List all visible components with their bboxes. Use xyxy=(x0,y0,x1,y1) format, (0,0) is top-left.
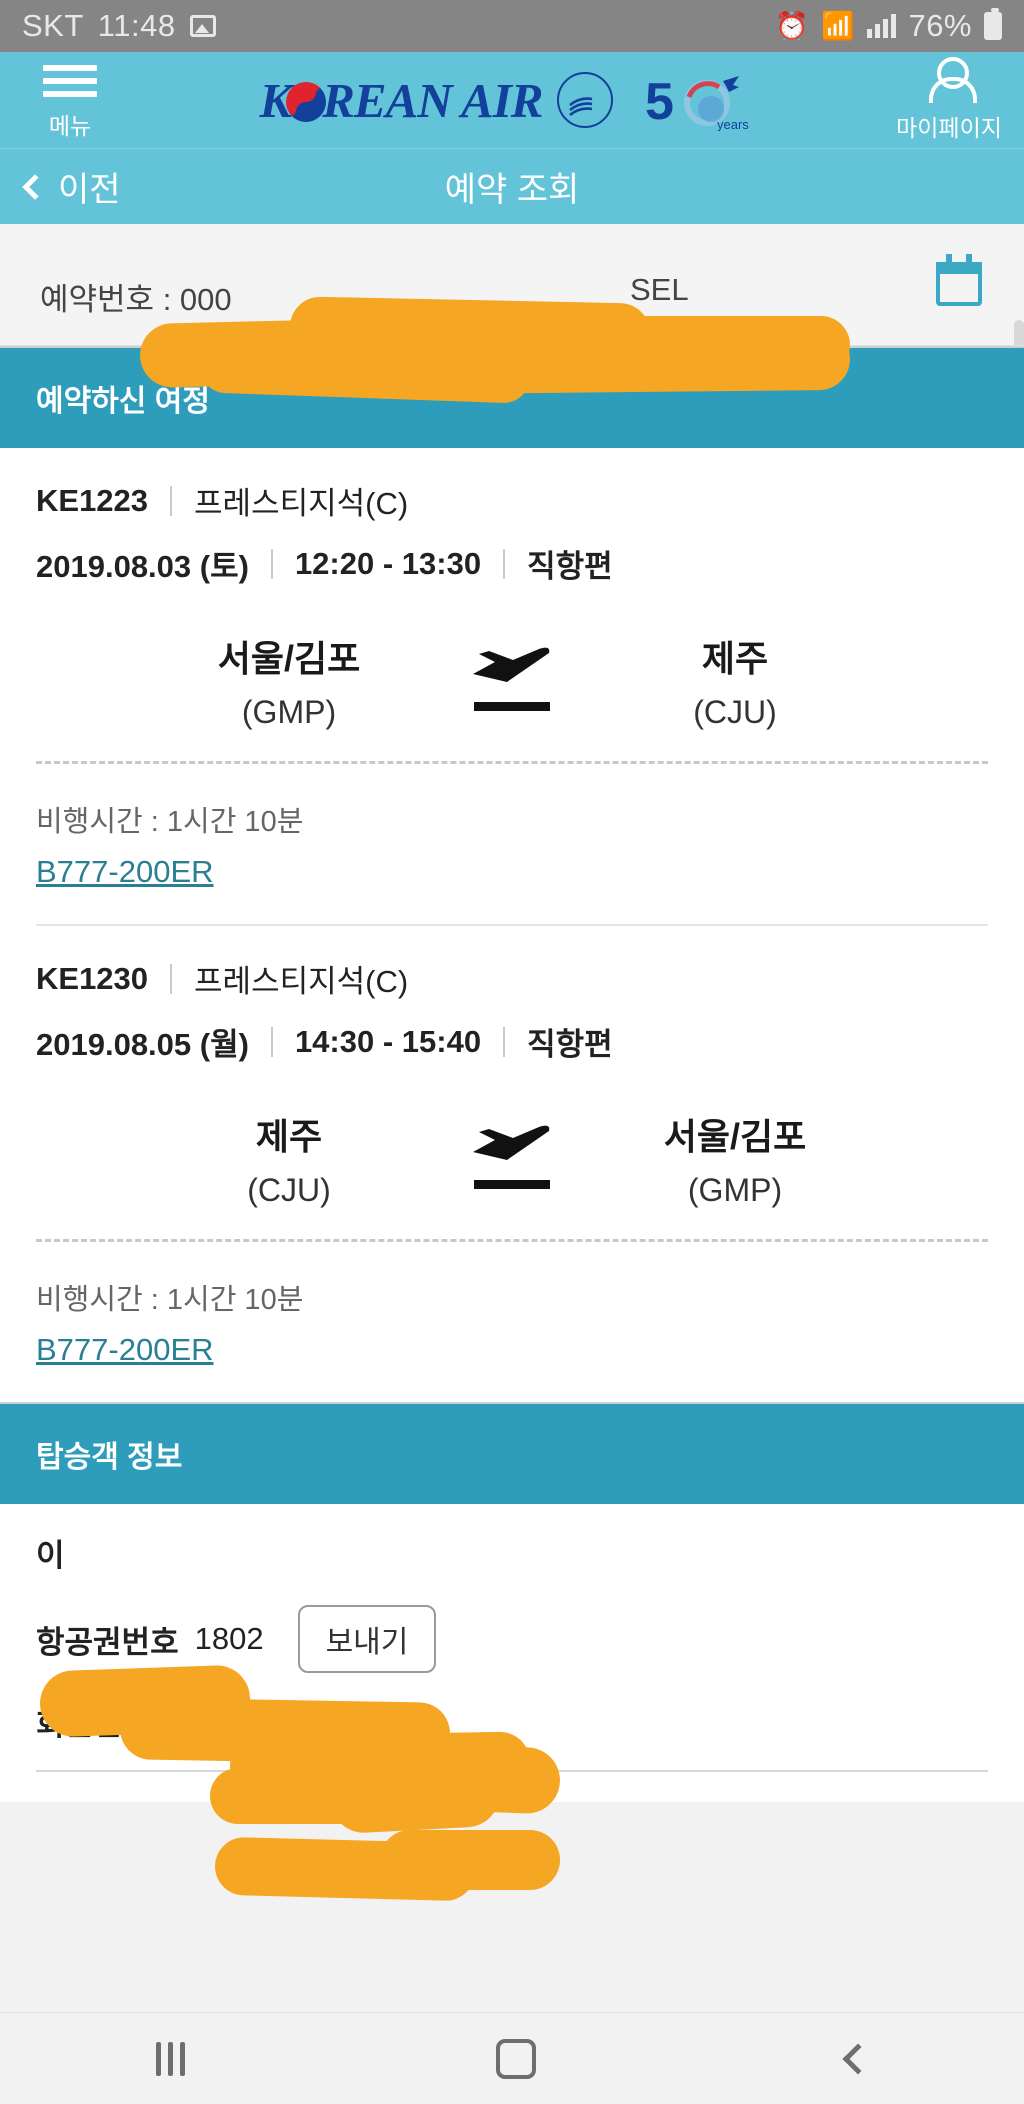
divider xyxy=(170,485,173,516)
departure-city: 제주 xyxy=(255,1116,323,1157)
system-navigation-bar xyxy=(0,2012,1024,2104)
divider xyxy=(36,1770,988,1772)
ticket-number-value: 1802 xyxy=(194,1621,264,1656)
redaction-mark xyxy=(380,1830,560,1890)
arrival-city: 제주 xyxy=(701,638,769,679)
divider xyxy=(503,548,506,579)
flight-duration: 비행시간 : 1시간 10분 xyxy=(36,1284,304,1316)
status-bar-left: SKT 11:48 xyxy=(22,8,216,44)
plane-icon xyxy=(469,644,555,717)
booking-number-label: 예약번호 : 000 xyxy=(40,282,232,317)
flight-summary-line-2: 2019.08.05 (월) 14:30 - 15:40 직항편 xyxy=(36,1019,988,1064)
flight-date: 2019.08.03 (토) xyxy=(36,549,249,584)
aircraft-link[interactable]: B777-200ER xyxy=(36,1332,214,1402)
back-label: 이전 xyxy=(58,171,121,209)
flight-number: KE1230 xyxy=(36,960,149,996)
flight-date: 2019.08.05 (월) xyxy=(36,1027,249,1062)
status-bar-right: ⏰ 📶 76% xyxy=(775,8,1002,44)
menu-button[interactable]: 메뉴 xyxy=(0,59,140,141)
arrival-code: (CJU) xyxy=(693,694,777,730)
korean-air-text: K REAN AIR xyxy=(259,72,544,128)
battery-icon xyxy=(984,8,1002,40)
app-header: 메뉴 K REAN AIR 5 years 마이페이지 xyxy=(0,52,1024,148)
mypage-button[interactable]: 마이페이지 xyxy=(874,57,1024,143)
booking-city-code: SEL xyxy=(630,272,689,307)
clock-label: 11:48 xyxy=(97,8,176,43)
flight-time: 14:30 - 15:40 xyxy=(294,1023,482,1059)
passenger-card: 이 항공권번호 1802 보내기 회원번호 : KE xyxy=(0,1504,1024,1802)
wifi-icon: 📶 xyxy=(821,10,856,41)
passenger-name: 이 xyxy=(36,1538,65,1573)
departure-airport: 제주 (CJU) xyxy=(179,1108,399,1209)
divider xyxy=(170,963,173,994)
cabin-class: 프레스티지석(C) xyxy=(194,964,409,999)
member-number-label: 회원번호 : KE xyxy=(36,1707,221,1742)
arrival-city: 서울/김포 xyxy=(663,1116,807,1157)
flight-summary-line-1: KE1230 프레스티지석(C) xyxy=(36,956,988,1001)
recents-icon[interactable] xyxy=(155,2041,185,2076)
battery-percent-label: 76% xyxy=(908,8,972,43)
taeguk-icon xyxy=(286,82,327,122)
flight-summary-line-1: KE1223 프레스티지석(C) xyxy=(36,478,988,523)
hamburger-icon xyxy=(43,65,97,97)
back-icon[interactable] xyxy=(841,2042,874,2075)
carrier-label: SKT xyxy=(22,8,84,43)
page-title: 예약 조회 xyxy=(444,171,580,209)
route-row: 제주 (CJU) 서울/김포 (GMP) xyxy=(36,1074,988,1239)
ticket-number-row: 항공권번호 1802 보내기 xyxy=(36,1605,988,1673)
booking-number-strip: 예약번호 : 000 SEL xyxy=(0,224,1024,346)
korean-air-wordmark: K REAN AIR xyxy=(259,72,544,129)
itinerary-card: KE1223 프레스티지석(C) 2019.08.03 (토) 12:20 - … xyxy=(0,448,1024,1402)
signal-icon xyxy=(867,14,897,38)
flight-number: KE1223 xyxy=(36,482,149,518)
cabin-class: 프레스티지석(C) xyxy=(194,486,409,521)
member-number-row: 회원번호 : KE xyxy=(36,1699,988,1744)
flight-type: 직항편 xyxy=(527,549,613,584)
divider xyxy=(270,1026,273,1057)
scrollbar[interactable] xyxy=(1014,320,1024,345)
svg-text:years: years xyxy=(717,117,749,131)
departure-airport: 서울/김포 (GMP) xyxy=(179,630,399,731)
flight-summary-line-2: 2019.08.03 (토) 12:20 - 13:30 직항편 xyxy=(36,541,988,586)
flight-row: KE1230 프레스티지석(C) 2019.08.05 (월) 14:30 - … xyxy=(36,924,988,1402)
passenger-section-header: 탑승객 정보 xyxy=(0,1402,1024,1504)
phone-screen: SKT 11:48 ⏰ 📶 76% 메뉴 K REAN AIR 5 years … xyxy=(0,0,1024,2104)
sub-navigation-bar: 이전 예약 조회 xyxy=(0,148,1024,224)
arrival-airport: 제주 (CJU) xyxy=(625,630,845,731)
departure-code: (CJU) xyxy=(247,1172,331,1208)
divider xyxy=(270,548,273,579)
route-row: 서울/김포 (GMP) 제주 (CJU) xyxy=(36,596,988,761)
status-bar: SKT 11:48 ⏰ 📶 76% xyxy=(0,0,1024,52)
send-button[interactable]: 보내기 xyxy=(297,1605,437,1673)
alarm-icon: ⏰ xyxy=(775,10,810,41)
redaction-mark xyxy=(214,1836,476,1902)
home-icon[interactable] xyxy=(495,2038,536,2079)
arrival-code: (GMP) xyxy=(687,1172,783,1208)
flight-row: KE1223 프레스티지석(C) 2019.08.03 (토) 12:20 - … xyxy=(36,448,988,924)
aircraft-link[interactable]: B777-200ER xyxy=(36,854,214,924)
flight-time: 12:20 - 13:30 xyxy=(294,545,482,581)
departure-code: (GMP) xyxy=(241,694,337,730)
divider xyxy=(503,1026,506,1057)
ticket-number-label: 항공권번호 xyxy=(36,1624,179,1660)
skyteam-icon xyxy=(556,72,613,128)
back-button[interactable]: 이전 xyxy=(0,162,121,211)
anniversary-logo: 5 years xyxy=(645,69,755,131)
person-icon xyxy=(926,57,977,103)
brand-logo[interactable]: K REAN AIR 5 years xyxy=(140,69,874,131)
runway-bar xyxy=(474,1180,550,1189)
svg-text:5: 5 xyxy=(645,73,674,131)
calendar-icon[interactable] xyxy=(936,254,982,306)
mypage-label: 마이페이지 xyxy=(896,115,1002,141)
menu-label: 메뉴 xyxy=(48,113,92,139)
itinerary-section-header: 예약하신 여정 xyxy=(0,346,1024,448)
runway-bar xyxy=(474,702,550,711)
image-icon xyxy=(189,15,216,37)
flight-duration: 비행시간 : 1시간 10분 xyxy=(36,806,304,838)
departure-city: 서울/김포 xyxy=(217,638,361,679)
plane-icon xyxy=(469,1122,555,1195)
flight-type: 직항편 xyxy=(527,1027,613,1062)
arrival-airport: 서울/김포 (GMP) xyxy=(625,1108,845,1209)
chevron-left-icon xyxy=(22,173,48,200)
